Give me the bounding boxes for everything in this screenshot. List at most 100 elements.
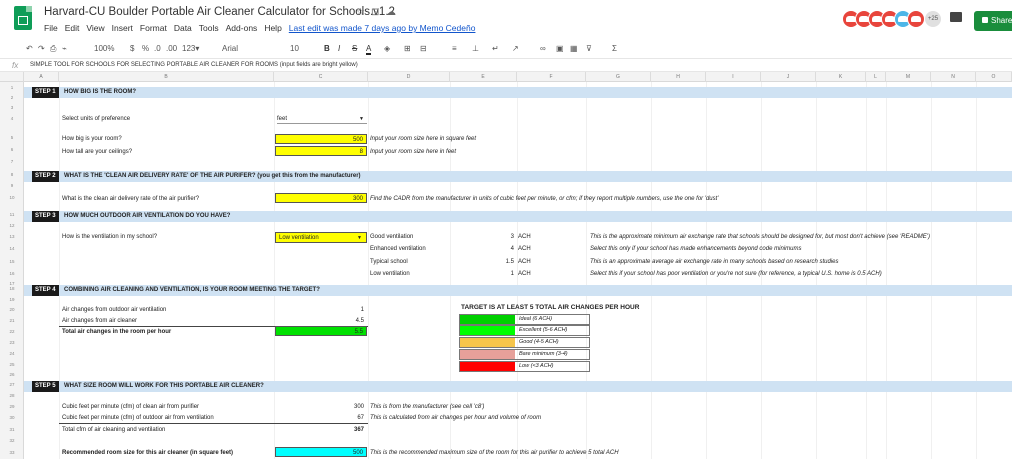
vent-option-note[interactable]: Select this only if your school has made…	[590, 245, 801, 253]
move-folder-icon[interactable]: ⊡	[371, 7, 379, 18]
column-header[interactable]: L	[866, 72, 886, 82]
row-header[interactable]: 9	[0, 183, 24, 188]
cadr-label[interactable]: What is the clean air delivery rate of t…	[62, 195, 199, 203]
increase-decimal-button[interactable]: .00	[166, 44, 177, 53]
cfm-outdoor-note[interactable]: This is calculated from air changes per …	[370, 414, 541, 422]
document-title[interactable]: Harvard-CU Boulder Portable Air Cleaner …	[44, 6, 395, 18]
menu-format[interactable]: Format	[140, 23, 167, 33]
ceiling-label[interactable]: How tall are your ceilings?	[62, 148, 132, 156]
column-header[interactable]: A	[24, 72, 59, 82]
legend-row[interactable]: Ideal (6 ACH)	[459, 314, 590, 325]
row-header[interactable]: 28	[0, 393, 24, 398]
row-header[interactable]: 30	[0, 415, 24, 420]
step2-badge[interactable]: STEP 2	[32, 171, 59, 182]
step5-badge[interactable]: STEP 5	[32, 381, 59, 392]
column-header[interactable]: D	[368, 72, 450, 82]
total-ach-label[interactable]: Total air changes in the room per hour	[62, 328, 171, 336]
row-header[interactable]: 19	[0, 297, 24, 302]
room-size-label[interactable]: How big is your room?	[62, 135, 122, 143]
cleaner-ach-value[interactable]: 4.5	[300, 317, 364, 325]
menu-file[interactable]: File	[44, 23, 58, 33]
column-header[interactable]: K	[816, 72, 866, 82]
filter-icon[interactable]: ⊽	[586, 44, 592, 53]
font-select[interactable]: Arial	[222, 44, 238, 53]
undo-icon[interactable]: ↶	[26, 44, 33, 53]
print-icon[interactable]: ⎙	[50, 44, 56, 54]
total-cfm-value[interactable]: 367	[300, 426, 364, 434]
outdoor-ach-value[interactable]: 1	[300, 306, 364, 314]
vent-option-unit[interactable]: ACH	[518, 233, 531, 241]
row-header[interactable]: 13	[0, 234, 24, 239]
recommended-size-label[interactable]: Recommended room size for this air clean…	[62, 449, 233, 457]
column-header[interactable]: J	[761, 72, 816, 82]
cfm-clean-label[interactable]: Cubic feet per minute (cfm) of clean air…	[62, 403, 199, 411]
redo-icon[interactable]: ↷	[38, 44, 45, 53]
step3-title[interactable]: HOW MUCH OUTDOOR AIR VENTILATION DO YOU …	[64, 211, 230, 222]
avatar[interactable]	[907, 10, 925, 28]
row-header[interactable]: 15	[0, 259, 24, 264]
column-header[interactable]: B	[59, 72, 274, 82]
bold-button[interactable]: B	[324, 44, 330, 53]
row-header[interactable]: 16	[0, 271, 24, 276]
row-header[interactable]: 3	[0, 105, 24, 110]
recommended-size-note[interactable]: This is the recommended maximum size of …	[370, 449, 619, 457]
vent-option-ach[interactable]: 1.5	[470, 258, 514, 266]
cadr-input[interactable]: 300	[275, 193, 367, 203]
row-header[interactable]: 25	[0, 362, 24, 367]
legend-row[interactable]: Bare minimum (3-4)	[459, 349, 590, 360]
vent-option-name[interactable]: Low ventilation	[370, 270, 410, 278]
legend-row[interactable]: Good (4-5 ACH)	[459, 337, 590, 348]
cfm-outdoor-value[interactable]: 67	[300, 414, 364, 422]
row-header[interactable]: 1	[0, 85, 24, 90]
horizontal-align-icon[interactable]: ≡	[452, 44, 457, 53]
row-header[interactable]: 29	[0, 404, 24, 409]
insert-comment-icon[interactable]: ▣	[556, 44, 564, 53]
legend-row[interactable]: Low (<3 ACH)	[459, 361, 590, 372]
insert-link-icon[interactable]: ∞	[540, 44, 546, 53]
row-header[interactable]: 18	[0, 286, 24, 291]
vent-option-unit[interactable]: ACH	[518, 245, 531, 253]
menu-data[interactable]: Data	[174, 23, 192, 33]
row-header[interactable]: 27	[0, 382, 24, 387]
row-header[interactable]: 5	[0, 135, 24, 140]
menu-addons[interactable]: Add-ons	[226, 23, 258, 33]
vent-option-note[interactable]: This is the approximate minimum air exch…	[590, 233, 930, 241]
row-header[interactable]: 7	[0, 159, 24, 164]
menu-help[interactable]: Help	[264, 23, 281, 33]
text-wrap-icon[interactable]: ↵	[492, 44, 499, 53]
row-header[interactable]: 22	[0, 329, 24, 334]
row-header[interactable]: 21	[0, 318, 24, 323]
row-header[interactable]: 2	[0, 95, 24, 100]
merge-cells-icon[interactable]: ⊟	[420, 44, 427, 53]
row-header[interactable]: 20	[0, 307, 24, 312]
target-title[interactable]: TARGET IS AT LEAST 5 TOTAL AIR CHANGES P…	[461, 304, 639, 311]
insert-chart-icon[interactable]: ▦	[570, 44, 578, 53]
row-header[interactable]: 11	[0, 212, 24, 217]
column-header[interactable]: O	[976, 72, 1012, 82]
vent-option-name[interactable]: Typical school	[370, 258, 408, 266]
row-header[interactable]: 32	[0, 438, 24, 443]
row-header[interactable]: 33	[0, 450, 24, 455]
vent-option-name[interactable]: Enhanced ventilation	[370, 245, 426, 253]
share-button[interactable]: Share	[974, 11, 1012, 31]
menu-tools[interactable]: Tools	[199, 23, 219, 33]
ventilation-label[interactable]: How is the ventilation in my school?	[62, 233, 157, 241]
row-header[interactable]: 12	[0, 223, 24, 228]
total-ach-value[interactable]: 5.5	[275, 326, 367, 336]
paint-format-icon[interactable]: ⌁	[62, 44, 67, 53]
cfm-clean-note[interactable]: This is from the manufacturer (see cell …	[370, 403, 484, 411]
total-cfm-label[interactable]: Total cfm of air cleaning and ventilatio…	[62, 426, 165, 434]
row-header[interactable]: 6	[0, 147, 24, 152]
step1-badge[interactable]: STEP 1	[32, 87, 59, 98]
menu-insert[interactable]: Insert	[112, 23, 133, 33]
formula-input[interactable]: SIMPLE TOOL FOR SCHOOLS FOR SELECTING PO…	[30, 62, 358, 68]
zoom-select[interactable]: 100%	[94, 44, 114, 53]
column-header[interactable]: G	[586, 72, 651, 82]
row-header[interactable]: 23	[0, 340, 24, 345]
sheets-logo-icon[interactable]	[14, 6, 32, 30]
menu-view[interactable]: View	[86, 23, 104, 33]
functions-icon[interactable]: Σ	[612, 44, 617, 53]
italic-button[interactable]: I	[338, 44, 340, 53]
vent-option-unit[interactable]: ACH	[518, 258, 531, 266]
ceiling-note[interactable]: Input your room size here in feet	[370, 148, 456, 156]
